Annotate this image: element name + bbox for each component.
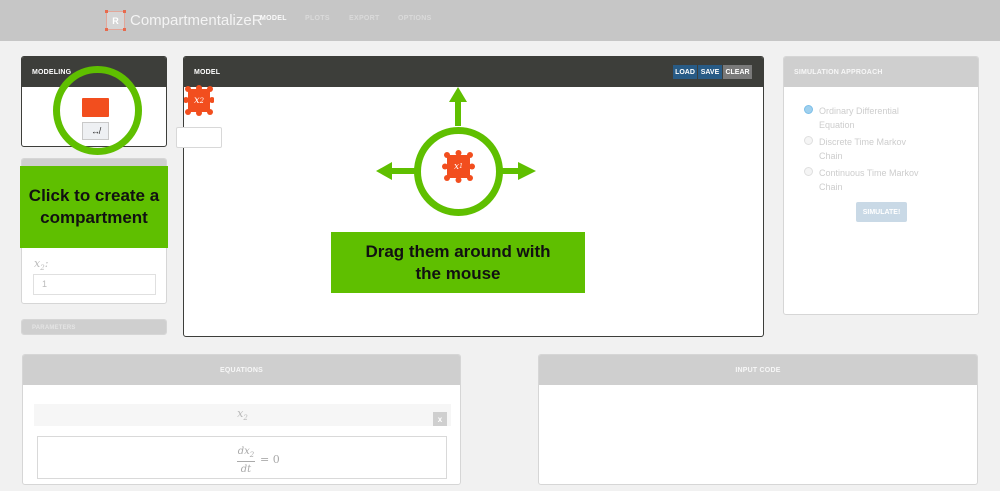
- nav-options[interactable]: OPTIONS: [398, 15, 432, 22]
- load-button[interactable]: LOAD: [673, 65, 697, 79]
- top-navbar: R CompartmentalizeR MODEL PLOTS EXPORT O…: [0, 0, 1000, 41]
- option-ctmc-label: Continuous Time Markov Chain: [819, 168, 919, 192]
- equations-panel: EQUATIONS x2 x dx2 dt = 0: [22, 354, 461, 485]
- equation-variable: x2: [237, 407, 248, 423]
- compartment-x2-label: x2: [193, 95, 205, 106]
- app-window: R CompartmentalizeR MODEL PLOTS EXPORT O…: [0, 0, 1000, 491]
- nav-plots[interactable]: PLOTS: [305, 15, 330, 22]
- parameters-title: PARAMETERS: [22, 320, 166, 334]
- logo-icon: R: [105, 10, 126, 31]
- brand-title[interactable]: CompartmentalizeR: [130, 12, 263, 29]
- equations-title: EQUATIONS: [23, 355, 460, 385]
- equation-rhs: = 0: [260, 453, 280, 466]
- parameters-panel: PARAMETERS: [21, 319, 167, 335]
- equation-display: dx2 dt = 0: [37, 436, 447, 479]
- input-code-title: INPUT CODE: [539, 355, 977, 385]
- highlight-ring-add: [53, 66, 142, 155]
- input-code-panel: INPUT CODE: [538, 354, 978, 485]
- option-dtmc[interactable]: Discrete Time Markov Chain: [804, 135, 929, 163]
- compartment-name-input[interactable]: [176, 127, 222, 148]
- radio-ctmc[interactable]: [804, 167, 813, 176]
- derivative-fraction: dx2 dt: [237, 446, 255, 475]
- delete-equation-button[interactable]: x: [433, 412, 447, 426]
- radio-dtmc[interactable]: [804, 136, 813, 145]
- drag-arrows-icon: [376, 87, 536, 180]
- create-compartment-callout: Click to create a compartment: [20, 166, 168, 248]
- nav-model[interactable]: MODEL: [260, 15, 287, 22]
- compartment-x2[interactable]: x2: [184, 85, 215, 116]
- x2-param-label: x2:: [34, 257, 49, 273]
- option-ode-label: Ordinary Differential Equation: [819, 106, 899, 130]
- derivative-numerator: dx2: [237, 446, 255, 459]
- save-button[interactable]: SAVE: [698, 65, 722, 79]
- drag-callout: Drag them around with the mouse: [331, 232, 585, 293]
- derivative-denominator: dt: [240, 464, 252, 475]
- logo-letter: R: [112, 15, 119, 26]
- option-dtmc-label: Discrete Time Markov Chain: [819, 137, 907, 161]
- nav-export[interactable]: EXPORT: [349, 15, 380, 22]
- x2-initial-value-input[interactable]: 1: [33, 274, 156, 295]
- clear-button[interactable]: CLEAR: [723, 65, 752, 79]
- radio-ode[interactable]: [804, 105, 813, 114]
- equation-row-header: x2: [34, 404, 451, 426]
- simulation-title: SIMULATION APPROACH: [784, 57, 978, 87]
- option-ode[interactable]: Ordinary Differential Equation: [804, 104, 929, 132]
- simulate-button[interactable]: SIMULATE!: [856, 202, 907, 222]
- simulation-approach-panel: SIMULATION APPROACH Ordinary Differentia…: [783, 56, 979, 315]
- option-ctmc[interactable]: Continuous Time Markov Chain: [804, 166, 929, 194]
